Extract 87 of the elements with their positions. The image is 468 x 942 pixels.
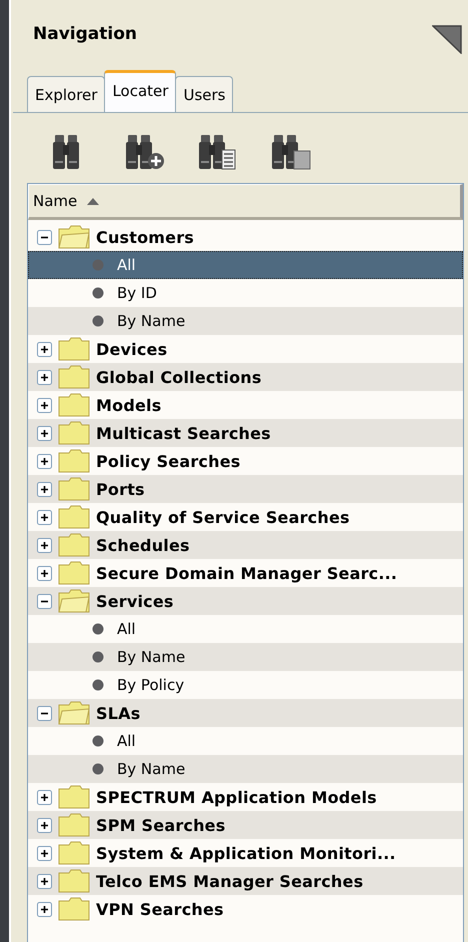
tree-row[interactable]: Global Collections	[28, 363, 463, 391]
binoculars-folder-icon[interactable]	[272, 133, 312, 171]
expander-icon[interactable]	[37, 454, 52, 468]
tree-row[interactable]: Telco EMS Manager Searches	[28, 867, 463, 895]
tab[interactable]: Explorer	[27, 76, 106, 112]
tree-row[interactable]: Services	[28, 587, 463, 615]
expander-icon[interactable]	[37, 482, 52, 496]
tab[interactable]: Users	[175, 76, 234, 112]
folder-label: Ports	[96, 480, 145, 498]
expander-icon[interactable]	[37, 566, 52, 580]
folder-label: VPN Searches	[96, 900, 224, 918]
expander-icon[interactable]	[37, 398, 52, 412]
folder-icon	[58, 561, 90, 585]
expander-icon[interactable]	[37, 874, 52, 888]
folder-label: Multicast Searches	[96, 424, 271, 442]
folder-label: Global Collections	[96, 368, 262, 386]
tree-row[interactable]: SPM Searches	[28, 811, 463, 839]
bullet-icon	[92, 679, 104, 691]
tree-row[interactable]: SLAs	[28, 699, 463, 727]
search-label: By Policy	[117, 676, 184, 694]
folder-label: SPECTRUM Application Models	[96, 788, 377, 806]
folder-icon	[58, 505, 90, 529]
folder-label: Secure Domain Manager Searc...	[96, 564, 398, 582]
expander-icon[interactable]	[37, 370, 52, 384]
search-label: By Name	[117, 312, 186, 330]
folder-label: System & Application Monitori...	[96, 844, 396, 862]
expander-icon[interactable]	[37, 902, 52, 916]
expander-icon[interactable]	[37, 790, 52, 804]
folder-label: Customers	[96, 228, 194, 246]
folder-icon	[58, 421, 90, 445]
search-label: All	[117, 256, 136, 274]
folder-icon	[58, 813, 90, 837]
tree-row[interactable]: By Name	[28, 307, 463, 335]
folder-label: Policy Searches	[96, 452, 240, 470]
tree-row[interactable]: By Name	[28, 755, 463, 783]
tree-row[interactable]: All	[28, 251, 463, 279]
bullet-icon	[92, 315, 104, 327]
folder-label: Services	[96, 592, 174, 610]
expander-icon[interactable]	[37, 510, 52, 524]
search-label: All	[117, 620, 136, 638]
tree-row[interactable]: Schedules	[28, 531, 463, 559]
bullet-icon	[92, 259, 104, 271]
folder-icon	[58, 337, 90, 361]
folder-label: Quality of Service Searches	[96, 508, 350, 526]
expander-icon[interactable]	[37, 594, 52, 608]
expander-icon[interactable]	[37, 846, 52, 860]
search-label: By Name	[117, 648, 186, 666]
bullet-icon	[92, 623, 104, 635]
folder-label: Schedules	[96, 536, 190, 554]
expander-icon[interactable]	[37, 342, 52, 356]
folder-icon	[58, 393, 90, 417]
bullet-icon	[92, 287, 104, 299]
search-label: By Name	[117, 760, 186, 778]
open-folder-icon	[58, 225, 90, 249]
bullet-icon	[92, 735, 104, 747]
folder-label: SLAs	[96, 704, 140, 722]
expander-icon[interactable]	[37, 426, 52, 440]
folder-icon	[58, 533, 90, 557]
binoculars-plus-icon[interactable]	[126, 133, 166, 171]
folder-icon	[58, 897, 90, 921]
folder-icon	[58, 841, 90, 865]
expander-icon[interactable]	[37, 706, 52, 720]
expander-icon[interactable]	[37, 230, 52, 244]
folder-label: Telco EMS Manager Searches	[96, 872, 364, 890]
folder-label: Devices	[96, 340, 168, 358]
tab[interactable]: Locater	[104, 70, 176, 112]
bullet-icon	[92, 651, 104, 663]
search-label: By ID	[117, 284, 157, 302]
column-header[interactable]: Name	[28, 184, 463, 220]
panel-title: Navigation	[33, 24, 137, 44]
open-folder-icon	[58, 701, 90, 725]
tree-row[interactable]: By Name	[28, 643, 463, 671]
search-label: All	[117, 732, 136, 750]
expander-icon[interactable]	[37, 538, 52, 552]
folder-label: Models	[96, 396, 162, 414]
folder-icon	[58, 449, 90, 473]
folder-icon	[58, 785, 90, 809]
folder-label: SPM Searches	[96, 816, 226, 834]
tree-row[interactable]: Ports	[28, 475, 463, 503]
folder-icon	[58, 477, 90, 501]
tree-row[interactable]: Multicast Searches	[28, 419, 463, 447]
triangle-icon[interactable]	[432, 24, 462, 54]
folder-icon	[58, 869, 90, 893]
folder-icon	[58, 365, 90, 389]
expander-icon[interactable]	[37, 818, 52, 832]
bullet-icon	[92, 763, 104, 775]
open-folder-icon	[58, 589, 90, 613]
